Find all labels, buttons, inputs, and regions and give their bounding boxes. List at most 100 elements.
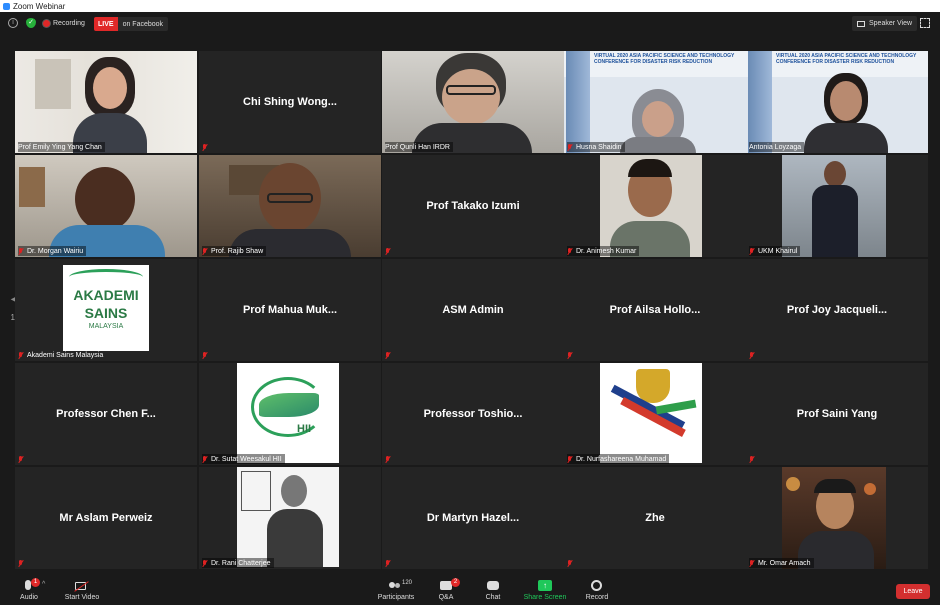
shield-icon[interactable]: ✓	[26, 18, 36, 28]
mute-icon	[202, 351, 208, 359]
mute-icon	[749, 455, 755, 463]
bokeh-light	[786, 477, 800, 491]
recording-indicator[interactable]: Recording	[43, 17, 85, 30]
participant-label	[749, 350, 761, 360]
participant-tile[interactable]: Zhe	[564, 467, 746, 569]
mute-icon	[18, 351, 24, 359]
participant-tile[interactable]: Dr. Animesh Kumar	[564, 155, 746, 257]
mute-icon	[567, 143, 573, 151]
audio-options-caret[interactable]: ^	[42, 581, 45, 588]
participant-tile[interactable]: Prof Takako Izumi	[382, 155, 564, 257]
participant-label: Dr. Sutat Weesakul HII	[202, 454, 285, 464]
participant-tile[interactable]: UKM Khairul	[746, 155, 928, 257]
participant-tile[interactable]: Professor Chen F...	[15, 363, 197, 465]
participant-tile[interactable]: Prof Ailsa Hollo...	[564, 259, 746, 361]
participant-tile[interactable]: Dr. Morgan Wairiu	[15, 155, 197, 257]
participant-label	[385, 350, 397, 360]
participant-label	[202, 350, 214, 360]
speaker-view-button[interactable]: Speaker View	[852, 16, 918, 31]
leave-button[interactable]: Leave	[896, 584, 930, 599]
participant-tile[interactable]: VIRTUAL 2020 ASIA PACIFIC SCIENCE AND TE…	[564, 51, 746, 153]
participant-label	[567, 350, 579, 360]
chat-button[interactable]: Chat	[468, 578, 518, 601]
participant-label: Dr. Rani Chatterjee	[202, 558, 274, 568]
record-label: Record	[585, 594, 609, 601]
participants-button[interactable]: 120 Participants	[371, 578, 421, 601]
participant-tile[interactable]: Prof Emily Ying Yang Chan	[15, 51, 197, 153]
zoom-app-icon	[3, 2, 10, 10]
person-face	[93, 67, 127, 109]
qa-button[interactable]: 2 Q&A	[421, 578, 471, 601]
mute-icon	[749, 247, 755, 255]
participant-tile[interactable]: Prof Qunli Han IRDR	[382, 51, 564, 153]
share-screen-icon: ↑	[538, 580, 552, 591]
participant-tile[interactable]: Chi Shing Wong...	[199, 51, 381, 153]
person-body	[804, 123, 888, 153]
person-face	[75, 167, 135, 231]
participant-label	[749, 454, 761, 464]
start-video-button[interactable]: Start Video	[57, 578, 107, 601]
participant-tile[interactable]: Professor Toshio...	[382, 363, 564, 465]
participant-label	[385, 558, 397, 568]
participant-name: Chi Shing Wong...	[243, 96, 337, 108]
participant-label: Dr. Nurfashareena Muhamad	[567, 454, 670, 464]
mute-icon	[18, 455, 24, 463]
participant-tile[interactable]: AKADEMI SAINS MALAYSIA Akademi Sains Mal…	[15, 259, 197, 361]
participant-tile[interactable]: Mr Aslam Perweiz	[15, 467, 197, 569]
share-screen-button[interactable]: ↑ Share Screen	[520, 578, 570, 601]
mute-icon	[385, 559, 391, 567]
wall-poster	[35, 59, 71, 109]
photo-window	[241, 471, 271, 511]
fullscreen-icon[interactable]	[920, 18, 930, 28]
person-face	[281, 475, 307, 507]
conference-banner: VIRTUAL 2020 ASIA PACIFIC SCIENCE AND TE…	[564, 51, 746, 77]
participant-photo	[237, 467, 339, 567]
participant-tile[interactable]: Prof Joy Jacqueli...	[746, 259, 928, 361]
info-icon[interactable]: i	[8, 18, 18, 28]
participant-label: Antonia Loyzaga	[749, 142, 805, 152]
participant-name: Prof Joy Jacqueli...	[786, 304, 888, 316]
glasses	[446, 85, 496, 95]
mute-icon	[202, 143, 208, 151]
participant-tile[interactable]: VIRTUAL 2020 ASIA PACIFIC SCIENCE AND TE…	[746, 51, 928, 153]
banner-subtitle: CONFERENCE FOR DISASTER RISK REDUCTION	[776, 59, 895, 65]
participant-tile[interactable]: HII Dr. Sutat Weesakul HII	[199, 363, 381, 465]
person-face	[642, 101, 674, 137]
person-hair	[814, 479, 856, 493]
wall-frame	[19, 167, 45, 207]
record-icon	[591, 580, 602, 591]
participant-label	[18, 558, 30, 568]
logo-text-line2: SAINS	[84, 305, 128, 321]
participant-label: Husna Shaidin	[567, 142, 625, 152]
participant-label: Dr. Morgan Wairiu	[18, 246, 87, 256]
live-destination: on Facebook	[117, 17, 169, 31]
audio-label: Audio	[20, 594, 38, 601]
participant-label: Prof Qunli Han IRDR	[385, 142, 453, 152]
participant-name: Dr Martyn Hazel...	[426, 512, 520, 524]
bokeh-light	[864, 483, 876, 495]
participant-tile[interactable]: Prof Saini Yang	[746, 363, 928, 465]
audio-button[interactable]: 1 ^ Audio	[4, 578, 54, 601]
participant-tile[interactable]: Dr. Rani Chatterjee	[199, 467, 381, 569]
live-indicator[interactable]: LIVE on Facebook	[94, 17, 169, 31]
participant-tile[interactable]: Dr. Nurfashareena Muhamad	[564, 363, 746, 465]
participant-label: UKM Khairul	[749, 246, 801, 256]
participant-tile[interactable]: Dr Martyn Hazel...	[382, 467, 564, 569]
participant-tile[interactable]: Mr. Omar Amach	[746, 467, 928, 569]
towers-graphic	[748, 51, 772, 153]
participant-tile[interactable]: Prof Mahua Muk...	[199, 259, 381, 361]
mute-icon	[749, 559, 755, 567]
record-button[interactable]: Record	[572, 578, 622, 601]
participant-label	[385, 246, 397, 256]
mute-icon	[567, 247, 573, 255]
mute-icon	[567, 351, 573, 359]
participants-label: Participants	[377, 594, 415, 601]
window-title: Zoom Webinar	[13, 1, 66, 11]
participant-tile[interactable]: Prof. Rajib Shaw	[199, 155, 381, 257]
participant-label	[202, 142, 214, 152]
participant-tile[interactable]: ASM Admin	[382, 259, 564, 361]
crest-stripe-green	[655, 399, 697, 415]
mute-icon	[567, 559, 573, 567]
participant-label	[567, 558, 579, 568]
qa-badge: 2	[451, 578, 460, 587]
